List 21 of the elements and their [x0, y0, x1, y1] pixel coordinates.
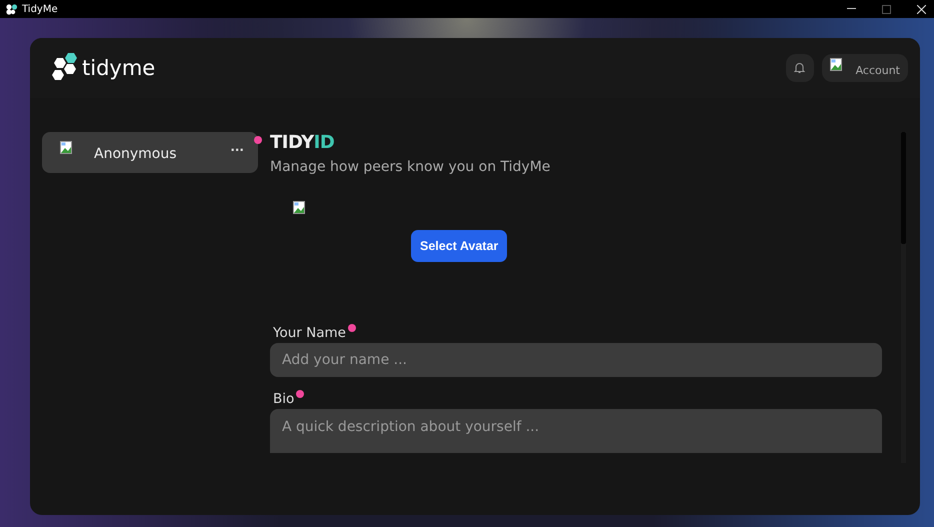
close-icon[interactable]	[917, 4, 926, 14]
avatar-image-icon	[293, 201, 305, 214]
broken-image-icon	[60, 141, 72, 154]
name-field[interactable]: Add your name ...	[270, 343, 882, 377]
profile-item[interactable]: Anonymous ···	[42, 132, 258, 173]
app-icon	[6, 4, 18, 14]
select-avatar-button[interactable]: Select Avatar	[411, 230, 508, 262]
page-title-accent: ID	[314, 132, 334, 153]
page-subtitle: Manage how peers know you on TidyMe	[270, 159, 552, 175]
account-button[interactable]: Account	[822, 54, 908, 82]
field-label: Bio	[273, 391, 294, 407]
broken-image-icon	[830, 58, 842, 71]
logo-text: tidyme	[82, 56, 156, 80]
bell-icon	[794, 62, 806, 74]
bio-field[interactable]: A quick description about yourself ...	[270, 409, 882, 453]
field-label: Your Name	[273, 325, 346, 341]
notifications-button[interactable]	[786, 54, 814, 82]
page-title: TIDY	[270, 132, 314, 153]
minimize-icon[interactable]	[847, 8, 856, 10]
window-title: TidyMe	[22, 4, 58, 14]
maximize-icon[interactable]	[882, 4, 891, 14]
